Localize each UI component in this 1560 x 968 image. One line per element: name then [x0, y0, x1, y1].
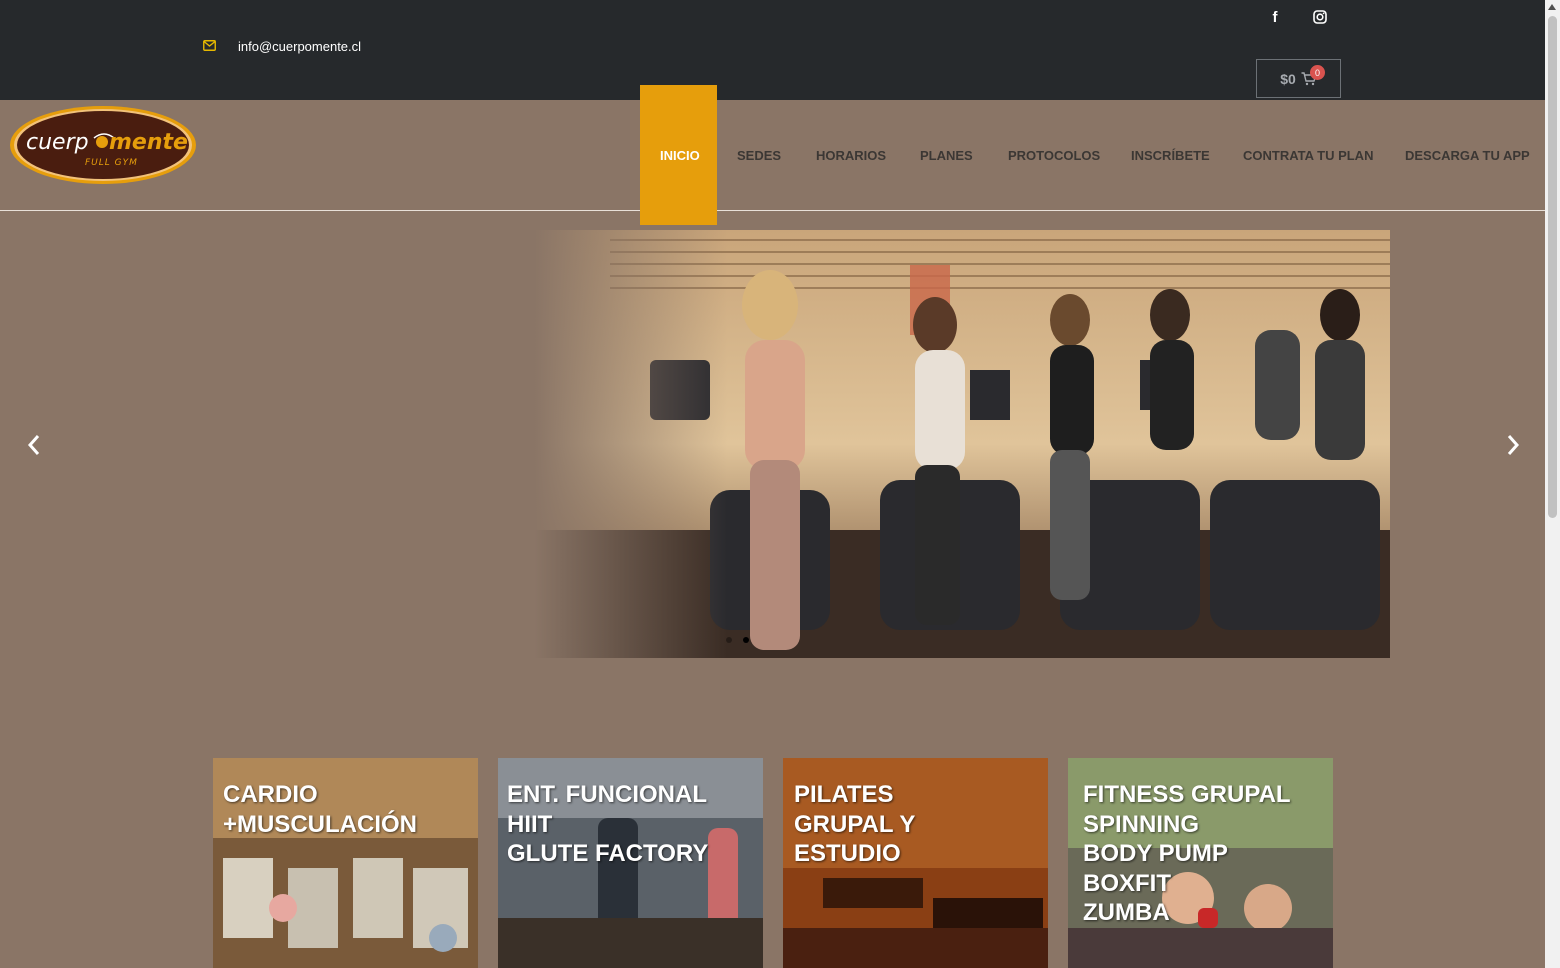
card-title: PILATES GRUPAL Y ESTUDIO — [794, 781, 916, 867]
instagram-icon[interactable] — [1311, 8, 1329, 26]
nav-item-protocolos[interactable]: PROTOCOLOS — [1008, 148, 1100, 163]
facebook-icon[interactable]: f — [1266, 8, 1284, 26]
scroll-up-icon[interactable] — [1548, 4, 1556, 10]
nav-item-descarga-app[interactable]: DESCARGA TU APP — [1405, 148, 1530, 163]
nav-item-inicio[interactable]: INICIO — [660, 148, 700, 163]
scroll-thumb[interactable] — [1548, 16, 1557, 518]
logo-wordmark-b: mente — [109, 130, 188, 155]
card-title: FITNESS GRUPAL SPINNING BODY PUMP BOXFIT… — [1083, 781, 1291, 926]
slider-dot[interactable] — [726, 637, 732, 643]
logo-tagline: FULL GYM — [85, 158, 138, 168]
hero-slider — [10, 230, 1535, 658]
chevron-left-icon[interactable] — [24, 430, 44, 460]
card-cardio[interactable]: CARDIO +MUSCULACIÓN — [213, 758, 478, 968]
envelope-icon — [203, 40, 216, 51]
cuerpomente-logo[interactable]: cuerp mente FULL GYM — [8, 104, 198, 186]
card-title: ENT. FUNCIONAL HIIT GLUTE FACTORY — [507, 781, 709, 867]
cart-count-badge: 0 — [1310, 65, 1325, 80]
cart-button[interactable]: $0 — [1256, 59, 1341, 98]
slider-dot-active[interactable] — [743, 637, 749, 643]
nav-item-contrata[interactable]: CONTRATA TU PLAN — [1243, 148, 1373, 163]
nav-item-planes[interactable]: PLANES — [920, 148, 973, 163]
nav-item-sedes[interactable]: SEDES — [737, 148, 781, 163]
card-title: CARDIO +MUSCULACIÓN — [223, 781, 418, 838]
nav-item-inscribete[interactable]: INSCRÍBETE — [1131, 148, 1210, 163]
logo-wordmark-a: cuerp — [26, 130, 89, 155]
cart-total: $0 — [1280, 70, 1296, 87]
card-pilates[interactable]: PILATES GRUPAL Y ESTUDIO — [783, 758, 1048, 968]
nav-item-horarios[interactable]: HORARIOS — [816, 148, 886, 163]
contact-email-link[interactable]: info@cuerpomente.cl — [238, 39, 361, 54]
card-fitness-grupal[interactable]: FITNESS GRUPAL SPINNING BODY PUMP BOXFIT… — [1068, 758, 1333, 968]
card-funcional[interactable]: ENT. FUNCIONAL HIIT GLUTE FACTORY — [498, 758, 763, 968]
chevron-right-icon[interactable] — [1503, 430, 1523, 460]
gym-cardio-photo — [10, 230, 1390, 658]
